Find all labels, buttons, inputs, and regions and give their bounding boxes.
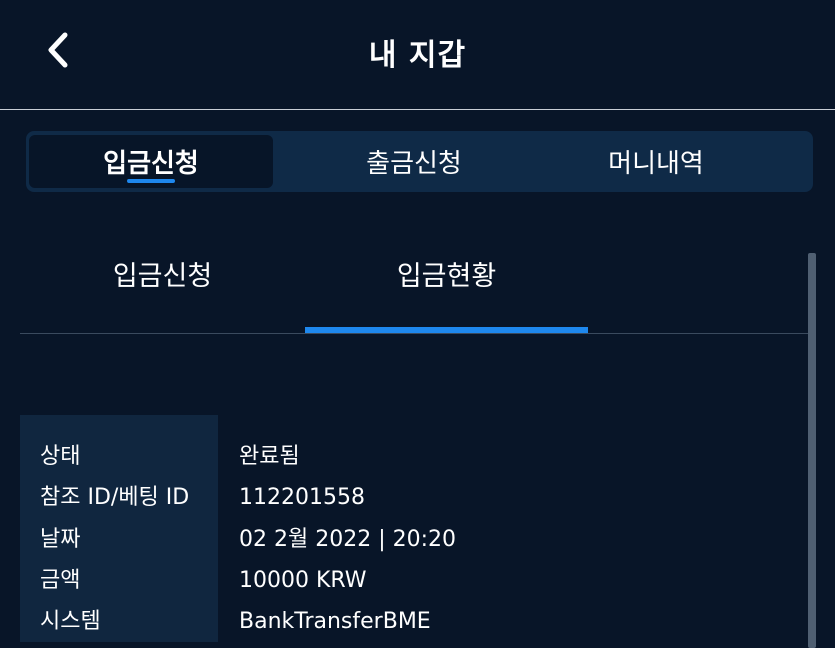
tab-label: 입금신청 xyxy=(103,149,199,179)
date-value: 02 2월 2022 | 20:20 xyxy=(239,527,457,552)
tab-deposit-request[interactable]: 입금신청 xyxy=(29,135,273,188)
subtab-label: 입금현황 xyxy=(396,261,497,292)
amount-label: 금액 xyxy=(40,568,81,593)
scrollbar[interactable] xyxy=(808,253,816,648)
active-tab-indicator xyxy=(127,179,175,183)
tab-money-history[interactable]: 머니내역 xyxy=(534,135,778,188)
page-title: 내 지갑 xyxy=(368,38,467,73)
system-value: BankTransferBME xyxy=(239,609,431,634)
app-header: 내 지갑 xyxy=(0,0,835,110)
reference-label: 참조 ID/베팅 ID xyxy=(40,485,190,510)
active-subtab-indicator xyxy=(305,327,588,333)
main-tab-bar: 입금신청 출금신청 머니내역 xyxy=(26,131,813,192)
system-label: 시스템 xyxy=(40,609,101,634)
subtab-deposit-request[interactable]: 입금신청 xyxy=(20,230,305,333)
subtab-deposit-status[interactable]: 입금현황 xyxy=(305,230,588,333)
sub-tab-bar: 입금신청 입금현황 xyxy=(20,230,815,334)
date-label: 날짜 xyxy=(40,527,81,552)
tab-withdraw-request[interactable]: 출금신청 xyxy=(292,135,536,188)
tab-label: 출금신청 xyxy=(366,149,462,179)
subtab-label: 입금신청 xyxy=(112,261,213,292)
status-value: 완료됨 xyxy=(239,444,300,469)
tab-label: 머니내역 xyxy=(608,149,704,179)
reference-value: 112201558 xyxy=(239,485,365,510)
amount-value: 10000 KRW xyxy=(239,568,367,593)
status-label: 상태 xyxy=(40,444,81,469)
details-label-panel: 상태 참조 ID/베팅 ID 날짜 금액 시스템 xyxy=(20,415,218,642)
